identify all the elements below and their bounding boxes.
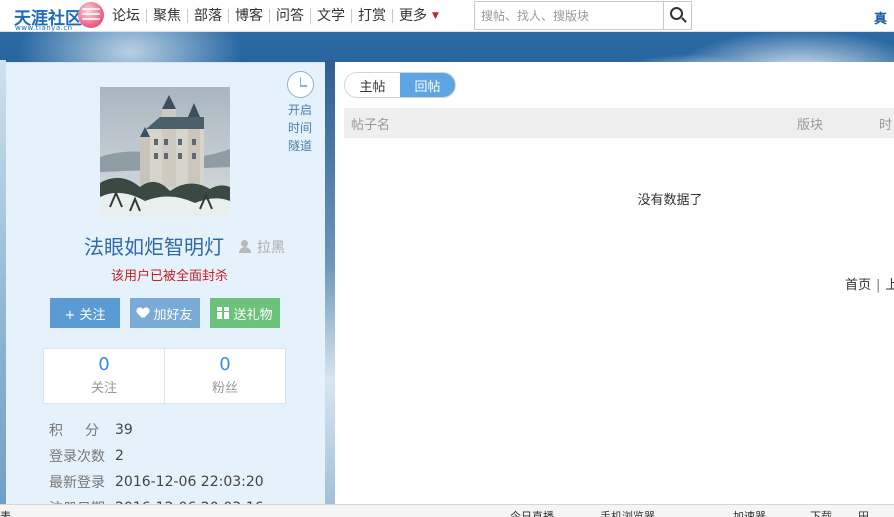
follow-stats: 0 关注 0 粉丝 [43,348,286,404]
block-user-button[interactable]: 拉黑 [238,237,285,257]
info-row-last-login: 最新登录 2016-12-06 22:03:20 [49,469,319,495]
table-header: 帖子名 版块 时 [344,108,894,138]
following-count: 0 [98,354,110,375]
clock-icon [286,71,314,98]
post-tabs: 主帖 回帖 [344,72,456,98]
tab-replies[interactable]: 回帖 [400,73,455,97]
block-user-label: 拉黑 [257,240,285,256]
time-tunnel-line: 时间 [287,121,312,135]
tab-main-posts[interactable]: 主帖 [345,73,400,97]
column-time: 时 [879,117,893,133]
main-nav: 论坛 聚焦 部落 博客 问答 文学 打赏 更多 ▼ [112,0,445,32]
nav-item-blog[interactable]: 博客 [228,9,269,23]
following-label: 关注 [90,381,117,396]
posts-panel: 主帖 回帖 帖子名 版块 时 没有数据了 首页 | 上 [335,62,894,517]
castle-avatar-image [100,87,230,217]
pager-divider: | [876,278,881,293]
search-icon-handle [681,17,687,23]
add-friend-button[interactable]: 加好友 [130,298,200,328]
time-tunnel-label: 开启 时间 隧道 [285,101,315,155]
status-item-download[interactable]: 下载 [810,508,832,517]
followers-count: 0 [219,354,231,375]
background-stripe [325,60,335,517]
send-gift-button-label: 送礼物 [233,307,273,323]
status-item-live[interactable]: 今日直播 [510,508,554,517]
status-item-extra[interactable]: 田 [858,508,869,517]
header-user-link[interactable]: 真 [874,8,887,27]
username: 法眼如炬智明灯 [84,235,224,259]
nav-item-literature[interactable]: 文学 [310,9,351,23]
status-item-accelerator[interactable]: 加速器 [733,508,766,517]
heart-icon [137,308,149,319]
info-value: 2 [115,448,124,464]
banned-notice: 该用户已被全面封杀 [110,269,228,284]
follow-button-label: + 关注 [64,307,106,323]
info-value: 39 [115,422,133,438]
send-gift-button[interactable]: 送礼物 [210,298,280,328]
search-box [474,1,692,30]
info-row-logins: 登录次数 2 [49,443,319,469]
username-row: 法眼如炬智明灯 拉黑 [6,231,325,260]
chevron-down-icon: ▼ [432,11,439,21]
profile-panel: 开启 时间 隧道 法眼如炬智明灯 拉黑 该用户已被全面封杀 + 关注 加好友 送… [6,62,325,517]
first-page-link[interactable]: 首页 [845,278,871,293]
profile-info: 积分 39 登录次数 2 最新登录 2016-12-06 22:03:20 注册… [49,417,319,517]
pagination: 首页 | 上 [845,274,894,293]
prev-page-link[interactable]: 上 [885,278,894,293]
info-row-points: 积分 39 [49,417,319,443]
nav-item-more[interactable]: 更多 ▼ [392,9,445,23]
profile-actions: + 关注 加好友 送礼物 [50,298,280,328]
info-value: 2016-12-06 22:03:20 [115,474,264,490]
time-tunnel-link[interactable]: 开启 时间 隧道 [285,71,315,155]
status-item[interactable]: 表 [0,508,11,517]
empty-message: 没有数据了 [637,193,703,208]
browser-status-bar: 表 今日直播 手机浏览器 加速器 下载 田 [0,504,894,517]
nav-item-focus[interactable]: 聚焦 [146,9,187,23]
followers-stat[interactable]: 0 粉丝 [164,349,285,403]
nav-more-label: 更多 [399,8,427,24]
time-tunnel-line: 隧道 [287,139,312,153]
gift-icon [217,307,230,319]
nav-item-forum[interactable]: 论坛 [112,9,146,23]
tianya-logo[interactable]: 天涯社区 www.tianya.cn [12,2,108,32]
time-tunnel-line: 开启 [287,103,312,117]
person-icon [238,240,252,254]
avatar[interactable] [100,87,230,217]
nav-item-reward[interactable]: 打赏 [351,9,392,23]
follow-button[interactable]: + 关注 [50,298,120,328]
search-input[interactable] [475,2,663,29]
top-header: 天涯社区 www.tianya.cn 论坛 聚焦 部落 博客 问答 文学 打赏 … [0,0,894,32]
info-key: 最新登录 [49,475,105,491]
logo-ball-icon [78,2,104,28]
status-item-mobile-browser[interactable]: 手机浏览器 [600,508,655,517]
column-post-title: 帖子名 [351,117,391,133]
info-key: 登录次数 [49,449,105,465]
nav-item-qa[interactable]: 问答 [269,9,310,23]
nav-item-tribe[interactable]: 部落 [187,9,228,23]
logo-url: www.tianya.cn [15,24,73,32]
info-key: 积分 [49,423,121,439]
search-button[interactable] [663,2,691,29]
following-stat[interactable]: 0 关注 [44,349,164,403]
column-board: 版块 [797,117,824,133]
followers-label: 粉丝 [211,381,238,396]
add-friend-button-label: 加好友 [153,307,193,323]
